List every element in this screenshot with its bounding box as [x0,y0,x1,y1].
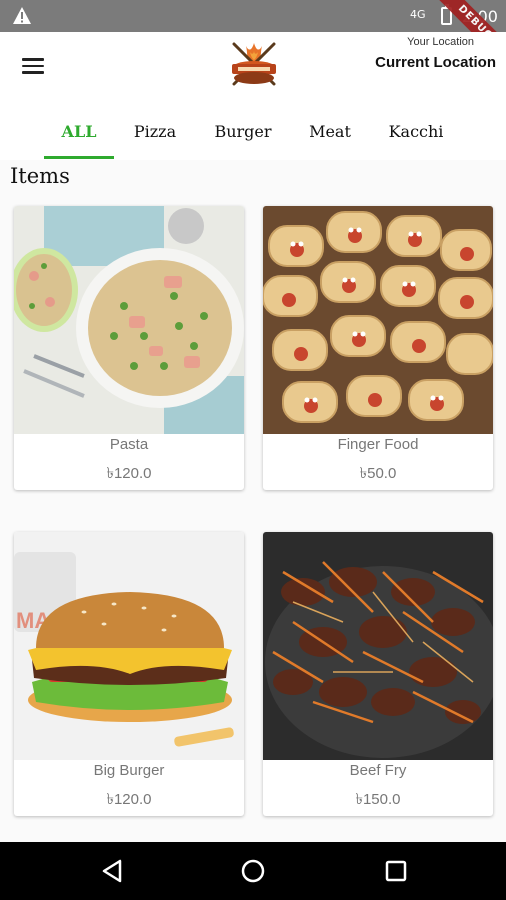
warning-icon [13,7,31,24]
tab-all[interactable]: ALL [44,122,114,160]
tab-pizza[interactable]: Pizza [124,122,186,160]
burger-photo: MA [14,532,244,760]
item-name: Big Burger [93,762,165,779]
item-price: ৳50.0 [359,465,397,482]
app-screen: 4G 2:00 DEBUG Your Location Current Loca… [0,0,506,900]
item-card-finger-food[interactable]: Finger Food ৳50.0 [263,206,493,490]
status-bar: 4G 2:00 DEBUG [0,0,506,76]
item-name: Pasta [109,436,149,453]
tab-kacchi[interactable]: Kacchi [378,122,454,160]
item-price: ৳120.0 [106,791,152,808]
item-name: Finger Food [337,436,419,453]
item-price: ৳150.0 [355,791,401,808]
tab-indicator [44,156,114,159]
item-card-big-burger[interactable]: MA Big Burger ৳120.0 [14,532,244,816]
item-price: ৳120.0 [106,465,152,482]
category-tabs: ALL Pizza Burger Meat Kacchi [0,102,506,160]
menu-button[interactable] [22,54,48,76]
back-icon[interactable] [100,858,126,884]
hamburger-icon [22,58,44,61]
current-location-button[interactable]: Current Location [375,54,496,71]
tab-burger[interactable]: Burger [206,122,280,160]
item-card-beef-fry[interactable]: Beef Fry ৳150.0 [263,532,493,816]
finger-food-photo [263,206,493,434]
section-title: Items [10,164,70,188]
restaurant-logo [232,42,276,86]
system-nav-bar [0,842,506,900]
pasta-photo [14,206,244,434]
beef-fry-photo [263,532,493,760]
item-card-pasta[interactable]: Pasta ৳120.0 [14,206,244,490]
tab-meat[interactable]: Meat [300,122,360,160]
home-icon[interactable] [240,858,266,884]
recents-icon[interactable] [383,858,409,884]
location-label: Your Location [407,36,474,48]
signal-label: 4G [410,8,426,21]
app-header: Your Location Current Location [0,32,506,102]
item-name: Beef Fry [349,762,407,779]
